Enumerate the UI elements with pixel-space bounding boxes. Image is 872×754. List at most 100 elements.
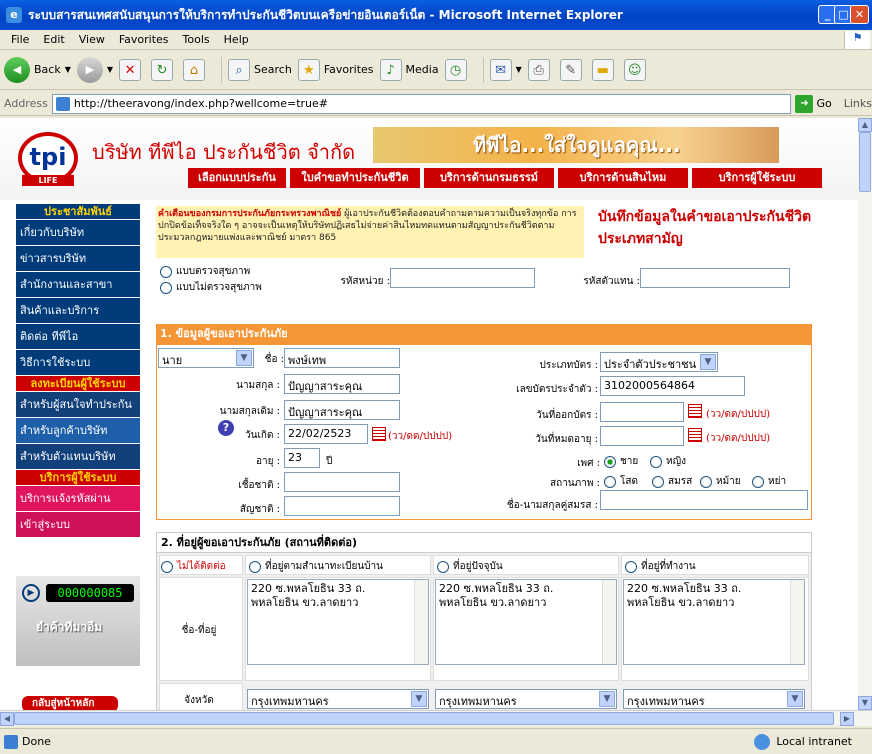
scroll-up-icon[interactable]: ▲: [858, 118, 872, 132]
sidebar-item-password[interactable]: บริการแจ้งรหัสผ่าน: [16, 486, 140, 512]
age-input[interactable]: 23: [284, 448, 320, 468]
nav-choose-plan[interactable]: เลือกแบบประกัน: [188, 168, 286, 188]
scroll-left-icon[interactable]: ◀: [0, 712, 14, 726]
sidebar-item-news[interactable]: ข่าวสารบริษัท: [16, 246, 140, 272]
media-button[interactable]: ♪ Media: [379, 54, 439, 86]
old-last-name-input[interactable]: ปัญญาสาระคุณ: [284, 400, 400, 420]
radio-address-registered[interactable]: ที่อยู่ตามสำเนาทะเบียนบ้าน: [249, 559, 383, 574]
radio-icon: [160, 281, 172, 294]
address-textarea-current[interactable]: 220 ซ.พหลโยธิน 33 ถ. พหลโยธิน ขว.ลาดยาว: [435, 579, 617, 665]
menu-view[interactable]: View: [79, 33, 105, 46]
back-home-button[interactable]: กลับสู่หน้าหลัก: [22, 696, 118, 710]
scroll-down-icon[interactable]: ▼: [858, 696, 872, 710]
sidebar-item-branches[interactable]: สำนักงานและสาขา: [16, 272, 140, 298]
birth-date-input[interactable]: 22/02/2523: [284, 424, 368, 444]
help-icon[interactable]: ?: [218, 420, 234, 436]
nav-claim-services[interactable]: บริการด้านสินไหม: [558, 168, 688, 188]
print-button[interactable]: ⎙: [527, 54, 554, 86]
stop-icon: ✕: [119, 58, 142, 81]
home-button[interactable]: ⌂: [183, 54, 209, 86]
radio-female[interactable]: หญิง: [650, 454, 686, 469]
province-select-registered[interactable]: กรุงเทพมหานคร ▼: [247, 689, 429, 709]
radio-not-contact[interactable]: ไม่ได้ติดต่อ: [161, 559, 226, 574]
race-input[interactable]: [284, 472, 400, 492]
radio-divorced[interactable]: หย่า: [752, 474, 786, 489]
sidebar-item-contact[interactable]: ติดต่อ ทีพีไอ: [16, 324, 140, 350]
search-icon: ⌕: [228, 58, 251, 81]
race-label: เชื้อชาติ :: [238, 480, 280, 491]
textarea-scrollbar[interactable]: [414, 580, 428, 664]
go-button[interactable]: ➜ Go: [795, 94, 832, 113]
folder-icon: ▬: [591, 58, 614, 81]
card-type-select[interactable]: ประจำตัวประชาชน ▼: [600, 352, 718, 372]
scroll-right-icon[interactable]: ▶: [840, 712, 854, 726]
sidebar-item-login[interactable]: เข้าสู่ระบบ: [16, 512, 140, 538]
menu-help[interactable]: Help: [224, 33, 249, 46]
edit-button[interactable]: ✎: [559, 54, 586, 86]
toolbar: ◀ Back ▼ ▶ ▼ ✕ ↻ ⌂ ⌕ Search ★ Favorites ♪ …: [0, 50, 872, 90]
mail-button[interactable]: ✉ ▼: [489, 54, 522, 86]
spouse-input[interactable]: [600, 490, 808, 510]
expire-date-input[interactable]: [600, 426, 684, 446]
textarea-scrollbar[interactable]: [602, 580, 616, 664]
nav-policy-services[interactable]: บริการด้านกรมธรรม์: [424, 168, 554, 188]
radio-single[interactable]: โสด: [604, 474, 638, 489]
radio-no-health-check[interactable]: แบบไม่ตรวจสุขภาพ: [160, 280, 262, 295]
card-number-input[interactable]: 3102000564864: [600, 376, 745, 396]
history-button[interactable]: ◷: [444, 54, 471, 86]
search-button[interactable]: ⌕ Search: [228, 54, 292, 86]
first-name-input[interactable]: พงษ์เทพ: [284, 348, 400, 368]
address-textarea-registered[interactable]: 220 ซ.พหลโยธิน 33 ถ. พหลโยธิน ขว.ลาดยาว: [247, 579, 429, 665]
textarea-scrollbar[interactable]: [790, 580, 804, 664]
unit-code-input[interactable]: [390, 268, 535, 288]
radio-address-current[interactable]: ที่อยู่ปัจจุบัน: [437, 559, 503, 574]
sidebar-item-agent[interactable]: สำหรับตัวแทนบริษัท: [16, 444, 140, 470]
radio-widowed[interactable]: หม้าย: [700, 474, 741, 489]
sidebar-item-prospect[interactable]: สำหรับผู้สนใจทำประกัน: [16, 392, 140, 418]
sidebar-item-howto[interactable]: วิธีการใช้ระบบ: [16, 350, 140, 376]
favorites-button[interactable]: ★ Favorites: [297, 54, 374, 86]
refresh-button[interactable]: ↻: [151, 54, 177, 86]
scroll-thumb[interactable]: [14, 712, 834, 725]
sidebar-item-products[interactable]: สินค้าและบริการ: [16, 298, 140, 324]
radio-male[interactable]: ชาย: [604, 454, 638, 469]
sidebar-item-about[interactable]: เกี่ยวกับบริษัท: [16, 220, 140, 246]
nav-application[interactable]: ใบคำขอทำประกันชีวิต: [290, 168, 420, 188]
menu-tools[interactable]: Tools: [183, 33, 210, 46]
last-name-input[interactable]: ปัญญาสาระคุณ: [284, 374, 400, 394]
address-textarea-work[interactable]: 220 ซ.พหลโยธิน 33 ถ. พหลโยธิน ขว.ลาดยาว: [623, 579, 805, 665]
address-input[interactable]: http://theeravong/index.php?wellcome=tru…: [51, 93, 792, 114]
stop-button[interactable]: ✕: [119, 54, 145, 86]
close-button[interactable]: ✕: [850, 5, 869, 24]
vertical-scrollbar[interactable]: ▲ ▼: [858, 118, 872, 710]
radio-address-work[interactable]: ที่อยู่ที่ทำงาน: [625, 559, 696, 574]
messenger-button[interactable]: ☺: [623, 54, 650, 86]
horizontal-scrollbar[interactable]: ◀ ▶: [0, 710, 872, 726]
province-select-work[interactable]: กรุงเทพมหานคร ▼: [623, 689, 805, 709]
radio-icon: [652, 475, 664, 488]
forward-button[interactable]: ▶ ▼: [76, 54, 113, 86]
menu-favorites[interactable]: Favorites: [119, 33, 169, 46]
back-button[interactable]: ◀ Back ▼: [4, 54, 71, 86]
menu-file[interactable]: File: [11, 33, 29, 46]
radio-married[interactable]: สมรส: [652, 474, 692, 489]
sidebar-item-customer[interactable]: สำหรับลูกค้าบริษัท: [16, 418, 140, 444]
age-label: อายุ :: [255, 456, 280, 467]
prefix-select[interactable]: นาย ▼: [158, 348, 254, 368]
links-button[interactable]: Links: [844, 97, 872, 110]
scroll-thumb[interactable]: [859, 132, 871, 192]
folder-button[interactable]: ▬: [591, 54, 618, 86]
radio-icon: [161, 560, 173, 573]
calendar-icon[interactable]: [688, 428, 702, 442]
sidebar-section-register: ลงทะเบียนผู้ใช้ระบบ: [16, 376, 140, 392]
issue-date-input[interactable]: [600, 402, 684, 422]
agent-code-input[interactable]: [640, 268, 790, 288]
radio-health-check[interactable]: แบบตรวจสุขภาพ: [160, 264, 250, 279]
nationality-input[interactable]: [284, 496, 400, 516]
menu-edit[interactable]: Edit: [43, 33, 64, 46]
province-select-current[interactable]: กรุงเทพมหานคร ▼: [435, 689, 617, 709]
nav-user-services[interactable]: บริการผู้ใช้ระบบ: [692, 168, 822, 188]
edit-icon: ✎: [559, 58, 582, 81]
calendar-icon[interactable]: [688, 404, 702, 418]
calendar-icon[interactable]: [372, 427, 386, 441]
